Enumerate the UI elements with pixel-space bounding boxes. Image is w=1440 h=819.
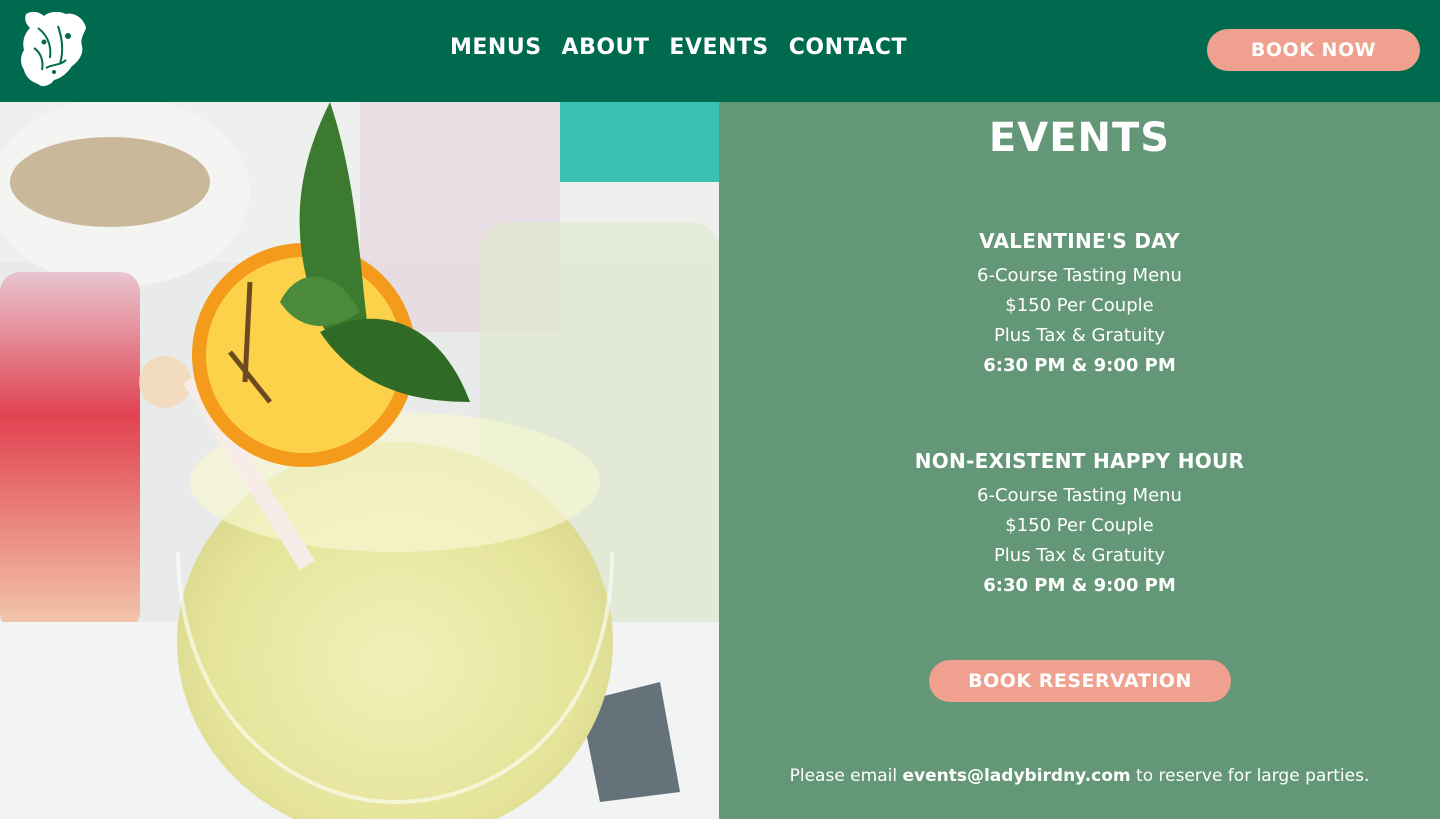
book-now-button[interactable]: BOOK NOW xyxy=(1207,29,1420,71)
cocktail-photo xyxy=(0,102,719,819)
nav-menus[interactable]: MENUS xyxy=(450,34,542,62)
event-time: 6:30 PM & 9:00 PM xyxy=(983,355,1176,376)
note-prefix: Please email xyxy=(789,766,898,786)
large-party-note: Please email events@ladybirdny.com to re… xyxy=(719,764,1440,788)
main-nav: MENUS ABOUT EVENTS CONTACT xyxy=(450,34,907,62)
nav-about[interactable]: ABOUT xyxy=(562,34,650,62)
events-title: EVENTS xyxy=(988,115,1171,161)
event-item: NON-EXISTENT HAPPY HOUR 6-Course Tasting… xyxy=(719,447,1440,601)
event-price: $150 Per Couple xyxy=(1005,295,1154,316)
event-tax: Plus Tax & Gratuity xyxy=(993,325,1166,346)
event-name: NON-EXISTENT HAPPY HOUR xyxy=(914,449,1245,473)
event-price: $150 Per Couple xyxy=(1005,515,1154,536)
events-panel: EVENTS VALENTINE'S DAY 6-Course Tasting … xyxy=(719,102,1440,819)
book-reservation-button[interactable]: BOOK RESERVATION xyxy=(929,660,1231,702)
event-time: 6:30 PM & 9:00 PM xyxy=(983,575,1176,596)
note-suffix: to reserve for large parties. xyxy=(1136,766,1370,786)
event-menu: 6-Course Tasting Menu xyxy=(977,265,1182,286)
nav-events[interactable]: EVENTS xyxy=(669,34,768,62)
ladybird-logo-icon[interactable] xyxy=(18,8,90,88)
event-item: VALENTINE'S DAY 6-Course Tasting Menu $1… xyxy=(719,227,1440,381)
event-menu: 6-Course Tasting Menu xyxy=(977,485,1182,506)
event-name: VALENTINE'S DAY xyxy=(979,229,1180,253)
nav-contact[interactable]: CONTACT xyxy=(789,34,907,62)
events-email-link[interactable]: events@ladybirdny.com xyxy=(902,766,1130,786)
event-tax: Plus Tax & Gratuity xyxy=(993,545,1166,566)
site-header: MENUS ABOUT EVENTS CONTACT BOOK NOW xyxy=(0,0,1440,102)
